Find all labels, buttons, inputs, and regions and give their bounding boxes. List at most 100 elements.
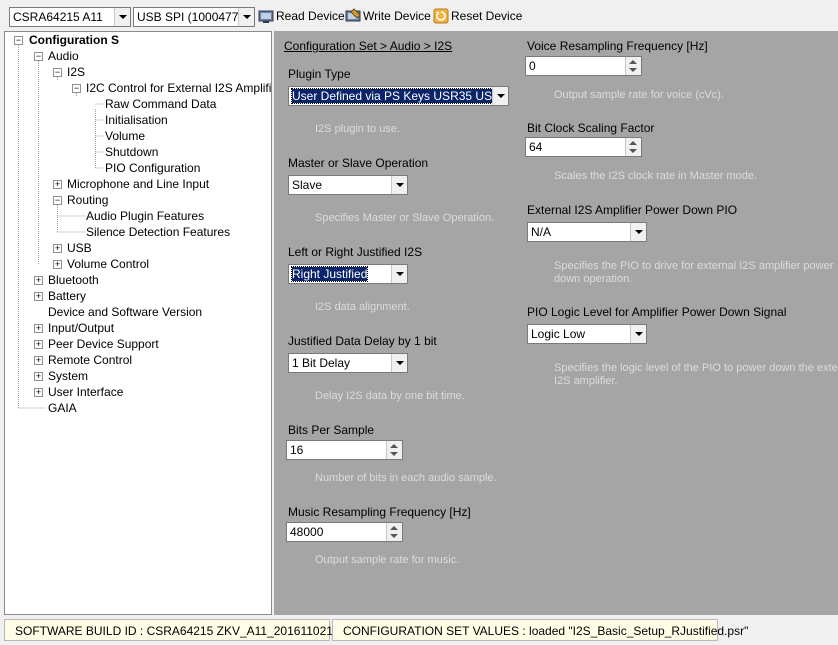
delay-label: Justified Data Delay by 1 bit	[288, 334, 437, 348]
logic-level-select[interactable]: Logic Low	[527, 324, 647, 344]
tree-item-microphone-line-input[interactable]: Microphone and Line Input	[67, 176, 209, 192]
master-slave-select[interactable]: Slave	[288, 175, 408, 195]
expand-icon[interactable]: +	[34, 292, 43, 301]
logic-level-value: Logic Low	[531, 327, 586, 341]
bit-clock-stepper[interactable]: 64	[525, 137, 642, 157]
read-device-icon	[258, 10, 274, 23]
power-down-pio-value: N/A	[531, 225, 552, 239]
transport-combo-value: USB SPI (1000477)	[137, 10, 243, 24]
tree-item-usb[interactable]: USB	[67, 240, 92, 256]
master-slave-value: Slave	[292, 178, 323, 192]
device-combo[interactable]: CSRA64215 A11	[9, 7, 131, 27]
tree-item-pio-configuration[interactable]: PIO Configuration	[105, 160, 200, 176]
logic-level-description-line2: I2S amplifier.	[554, 375, 618, 387]
tree-item-configuration-set[interactable]: Configuration S	[29, 32, 119, 48]
tree-item-shutdown[interactable]: Shutdown	[105, 144, 158, 160]
chevron-down-icon[interactable]	[114, 8, 130, 26]
tree-item-device-software-version[interactable]: Device and Software Version	[48, 304, 202, 320]
spinner-icon[interactable]	[625, 57, 641, 75]
delay-description: Delay I2S data by one bit time.	[315, 390, 465, 402]
toolbar: CSRA64215 A11 USB SPI (1000477) Read Dev…	[0, 0, 838, 31]
tree-item-audio[interactable]: Audio	[48, 48, 79, 64]
write-device-button[interactable]: Write Device	[345, 7, 431, 25]
tree-item-input-output[interactable]: Input/Output	[48, 320, 114, 336]
tree-item-i2s[interactable]: I2S	[67, 64, 85, 80]
tree-item-volume[interactable]: Volume	[105, 128, 145, 144]
expand-icon[interactable]: +	[34, 356, 43, 365]
tree-item-gaia[interactable]: GAIA	[48, 400, 77, 416]
justified-value: Right Justified	[290, 266, 369, 282]
expand-icon[interactable]: +	[34, 276, 43, 285]
chevron-down-icon[interactable]	[238, 8, 254, 26]
spinner-icon[interactable]	[386, 523, 402, 541]
chevron-down-icon[interactable]	[391, 354, 407, 372]
collapse-icon[interactable]: −	[72, 84, 81, 93]
plugin-type-select[interactable]: User Defined via PS Keys USR35 USR36	[288, 86, 509, 106]
tree-item-remote-control[interactable]: Remote Control	[48, 352, 132, 368]
bits-per-sample-description: Number of bits in each audio sample.	[315, 472, 497, 484]
read-device-label: Read Device	[276, 9, 345, 23]
breadcrumb[interactable]: Configuration Set > Audio > I2S	[284, 39, 452, 53]
collapse-icon[interactable]: −	[53, 196, 62, 205]
tree-item-system[interactable]: System	[48, 368, 88, 384]
transport-combo[interactable]: USB SPI (1000477)	[133, 7, 255, 27]
justified-description: I2S data alignment.	[315, 301, 410, 313]
voice-resampling-value: 0	[529, 59, 536, 73]
plugin-type-label: Plugin Type	[288, 67, 351, 81]
spinner-icon[interactable]	[386, 441, 402, 459]
delay-select[interactable]: 1 Bit Delay	[288, 353, 408, 373]
configuration-tree[interactable]: − Configuration S − Audio − I2S − I2C Co…	[4, 31, 272, 615]
reset-device-label: Reset Device	[451, 9, 523, 23]
expand-icon[interactable]: +	[34, 324, 43, 333]
master-slave-label: Master or Slave Operation	[288, 156, 429, 170]
expand-icon[interactable]: +	[34, 372, 43, 381]
tree-item-bluetooth[interactable]: Bluetooth	[48, 272, 99, 288]
tree-item-i2c-control[interactable]: I2C Control for External I2S Amplifier	[86, 80, 271, 96]
power-down-pio-select[interactable]: N/A	[527, 222, 647, 242]
tree-item-battery[interactable]: Battery	[48, 288, 86, 304]
settings-panel: Configuration Set > Audio > I2S Plugin T…	[274, 31, 838, 615]
music-resampling-stepper[interactable]: 48000	[286, 522, 403, 542]
chevron-down-icon[interactable]	[630, 223, 646, 241]
expand-icon[interactable]: +	[34, 340, 43, 349]
chevron-down-icon[interactable]	[391, 265, 407, 283]
bits-per-sample-value: 16	[290, 443, 304, 457]
configuration-set-values: CONFIGURATION SET VALUES : loaded "I2S_B…	[332, 619, 748, 641]
tree-item-user-interface[interactable]: User Interface	[48, 384, 123, 400]
expand-icon[interactable]: +	[53, 244, 62, 253]
delay-value: 1 Bit Delay	[292, 356, 351, 370]
device-combo-value: CSRA64215 A11	[13, 10, 103, 24]
voice-resampling-description: Output sample rate for voice (cVc).	[554, 89, 724, 101]
logic-level-description: Specifies the logic level of the PIO to …	[554, 362, 838, 374]
tree-item-initialisation[interactable]: Initialisation	[105, 112, 168, 128]
chevron-down-icon[interactable]	[492, 87, 508, 105]
voice-resampling-stepper[interactable]: 0	[525, 56, 642, 76]
tree-item-peer-device-support[interactable]: Peer Device Support	[48, 336, 159, 352]
reset-device-button[interactable]: Reset Device	[433, 7, 522, 25]
tree-item-routing[interactable]: Routing	[67, 192, 108, 208]
tree-item-audio-plugin-features[interactable]: Audio Plugin Features	[86, 208, 204, 224]
tree-item-raw-command-data[interactable]: Raw Command Data	[105, 96, 216, 112]
collapse-icon[interactable]: −	[34, 52, 43, 61]
justified-select[interactable]: Right Justified	[288, 264, 408, 284]
expand-icon[interactable]: +	[53, 260, 62, 269]
bit-clock-description: Scales the I2S clock rate in Master mode…	[554, 170, 757, 182]
chevron-down-icon[interactable]	[630, 325, 646, 343]
spinner-icon[interactable]	[625, 138, 641, 156]
tree-item-volume-control[interactable]: Volume Control	[67, 256, 149, 272]
music-resampling-description: Output sample rate for music.	[315, 554, 460, 566]
expand-icon[interactable]: +	[53, 180, 62, 189]
plugin-type-value: User Defined via PS Keys USR35 USR36	[290, 88, 508, 104]
bits-per-sample-label: Bits Per Sample	[288, 423, 375, 437]
expand-icon[interactable]: +	[34, 388, 43, 397]
read-device-button[interactable]: Read Device	[258, 7, 345, 25]
bits-per-sample-stepper[interactable]: 16	[286, 440, 403, 460]
music-resampling-value: 48000	[290, 525, 324, 539]
power-down-pio-label: External I2S Amplifier Power Down PIO	[527, 203, 738, 217]
master-slave-description: Specifies Master or Slave Operation.	[315, 212, 495, 224]
collapse-icon[interactable]: −	[14, 36, 23, 45]
tree-item-silence-detection[interactable]: Silence Detection Features	[86, 224, 230, 240]
chevron-down-icon[interactable]	[391, 176, 407, 194]
power-down-pio-description-line2: down operation.	[554, 273, 633, 285]
collapse-icon[interactable]: −	[53, 68, 62, 77]
